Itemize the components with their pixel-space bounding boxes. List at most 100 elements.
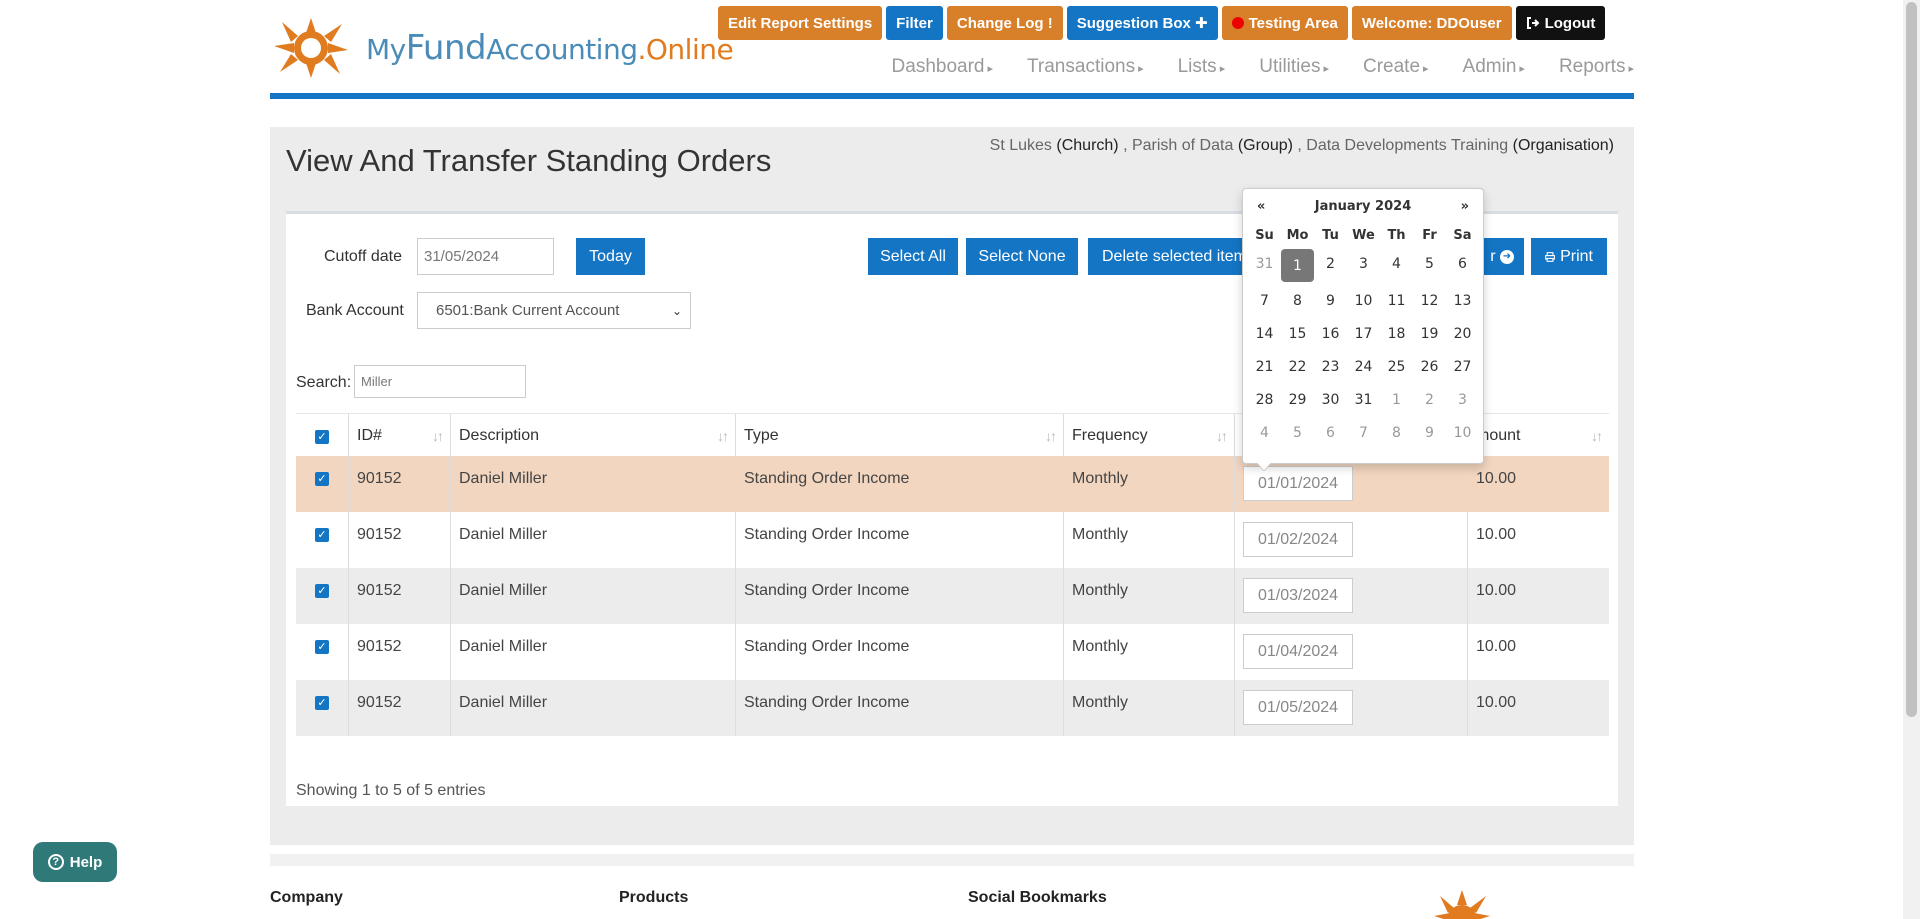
datepicker-day[interactable]: 4: [1248, 416, 1281, 449]
datepicker-day[interactable]: 7: [1248, 284, 1281, 317]
datepicker-day[interactable]: 5: [1413, 247, 1446, 280]
table-row[interactable]: ✓ 90152 Daniel Miller Standing Order Income…: [296, 456, 1609, 512]
select-none-button[interactable]: Select None: [966, 238, 1078, 275]
column-header-type[interactable]: Type ↓↑: [736, 414, 1064, 457]
print-button[interactable]: Print: [1531, 238, 1607, 275]
datepicker-day[interactable]: 25: [1380, 350, 1413, 383]
datepicker-day[interactable]: 9: [1413, 416, 1446, 449]
caret-right-icon: ▸: [1423, 63, 1429, 75]
datepicker-day[interactable]: 14: [1248, 317, 1281, 350]
datepicker-day[interactable]: 10: [1446, 416, 1479, 449]
datepicker-day[interactable]: 3: [1347, 247, 1380, 280]
datepicker-day[interactable]: 20: [1446, 317, 1479, 350]
datepicker-day[interactable]: 5: [1281, 416, 1314, 449]
select-all-checkbox[interactable]: ✓: [296, 414, 349, 457]
today-button[interactable]: Today: [576, 238, 645, 275]
row-date-input[interactable]: 01/04/2024: [1243, 634, 1353, 669]
datepicker-day[interactable]: 27: [1446, 350, 1479, 383]
datepicker-day[interactable]: 22: [1281, 350, 1314, 383]
row-date-input[interactable]: 01/01/2024: [1243, 466, 1353, 501]
datepicker-day[interactable]: 2: [1413, 383, 1446, 416]
datepicker-day[interactable]: 6: [1314, 416, 1347, 449]
nav-utilities[interactable]: Utilities ▸: [1259, 56, 1329, 78]
header-divider: [270, 93, 1634, 99]
datepicker-day[interactable]: 2: [1314, 247, 1347, 280]
nav-create[interactable]: Create ▸: [1363, 56, 1429, 78]
table-row[interactable]: ✓ 90152 Daniel Miller Standing Order Income…: [296, 568, 1609, 624]
logout-button[interactable]: Logout: [1515, 6, 1606, 40]
bank-account-select[interactable]: 6501:Bank Current Account ⌄: [417, 292, 691, 329]
row-date-input[interactable]: 01/05/2024: [1243, 690, 1353, 725]
column-header-description[interactable]: Description ↓↑: [451, 414, 736, 457]
column-header-frequency[interactable]: Frequency ↓↑: [1064, 414, 1235, 457]
datepicker-day[interactable]: 12: [1413, 284, 1446, 317]
datepicker-prev-button[interactable]: «: [1257, 199, 1265, 214]
datepicker-day-selected[interactable]: 1: [1281, 249, 1314, 282]
datepicker-day[interactable]: 9: [1314, 284, 1347, 317]
select-all-button[interactable]: Select All: [868, 238, 958, 275]
cutoff-date-input[interactable]: 31/05/2024: [417, 238, 554, 275]
cell-description: Daniel Miller: [451, 512, 736, 568]
datepicker-day[interactable]: 15: [1281, 317, 1314, 350]
datepicker-day[interactable]: 30: [1314, 383, 1347, 416]
datepicker-day[interactable]: 26: [1413, 350, 1446, 383]
datepicker-day[interactable]: 10: [1347, 284, 1380, 317]
row-checkbox[interactable]: ✓: [296, 568, 349, 624]
table-row[interactable]: ✓ 90152 Daniel Miller Standing Order Income…: [296, 624, 1609, 680]
datepicker-day[interactable]: 19: [1413, 317, 1446, 350]
cell-frequency: Monthly: [1064, 680, 1235, 736]
datepicker-day[interactable]: 13: [1446, 284, 1479, 317]
welcome-user-button[interactable]: Welcome: DDOuser: [1351, 6, 1512, 40]
cell-amount-text: 10.00: [1476, 526, 1517, 543]
nav-reports[interactable]: Reports ▸: [1559, 56, 1634, 78]
row-checkbox[interactable]: ✓: [296, 512, 349, 568]
nav-dashboard[interactable]: Dashboard ▸: [892, 56, 993, 78]
datepicker-day[interactable]: 21: [1248, 350, 1281, 383]
edit-report-settings-button[interactable]: Edit Report Settings: [718, 6, 883, 40]
datepicker-day[interactable]: 29: [1281, 383, 1314, 416]
datepicker-day[interactable]: 16: [1314, 317, 1347, 350]
nav-transactions[interactable]: Transactions ▸: [1027, 56, 1144, 78]
row-date-input[interactable]: 01/02/2024: [1243, 522, 1353, 557]
table-row[interactable]: ✓ 90152 Daniel Miller Standing Order Income…: [296, 680, 1609, 736]
search-input[interactable]: Miller: [354, 365, 526, 398]
row-checkbox[interactable]: ✓: [296, 624, 349, 680]
nav-lists[interactable]: Lists ▸: [1178, 56, 1226, 78]
app-logo[interactable]: MyFundAccounting.Online: [270, 16, 734, 80]
datepicker-month-title[interactable]: January 2024: [1315, 199, 1411, 214]
cell-date: 01/04/2024: [1235, 624, 1468, 680]
datepicker-day[interactable]: 7: [1347, 416, 1380, 449]
datepicker-day[interactable]: 4: [1380, 247, 1413, 280]
datepicker-day[interactable]: 6: [1446, 247, 1479, 280]
datepicker-day[interactable]: 11: [1380, 284, 1413, 317]
datepicker-day[interactable]: 3: [1446, 383, 1479, 416]
datepicker-day[interactable]: 1: [1380, 383, 1413, 416]
change-log-button[interactable]: Change Log !: [946, 6, 1063, 40]
nav-admin[interactable]: Admin ▸: [1463, 56, 1525, 78]
testing-area-button[interactable]: Testing Area: [1221, 6, 1348, 40]
datepicker-day[interactable]: 31: [1248, 247, 1281, 280]
filter-button[interactable]: Filter: [886, 6, 943, 40]
page-scrollbar[interactable]: [1903, 0, 1920, 919]
table-row[interactable]: ✓ 90152 Daniel Miller Standing Order Income…: [296, 512, 1609, 568]
suggestion-box-button[interactable]: Suggestion Box ✚: [1066, 6, 1218, 40]
cell-amount: 10.00: [1468, 568, 1609, 624]
datepicker-day[interactable]: 24: [1347, 350, 1380, 383]
datepicker-day[interactable]: 18: [1380, 317, 1413, 350]
row-date-input[interactable]: 01/03/2024: [1243, 578, 1353, 613]
datepicker-day[interactable]: 17: [1347, 317, 1380, 350]
sort-icon: ↓↑: [1591, 428, 1603, 444]
scrollbar-thumb[interactable]: [1906, 2, 1917, 717]
datepicker-day[interactable]: 31: [1347, 383, 1380, 416]
delete-selected-button[interactable]: Delete selected item: [1088, 238, 1248, 275]
row-checkbox[interactable]: ✓: [296, 680, 349, 736]
column-header-id[interactable]: ID# ↓↑: [349, 414, 451, 457]
datepicker-day[interactable]: 23: [1314, 350, 1347, 383]
datepicker-next-button[interactable]: »: [1461, 199, 1469, 214]
help-button[interactable]: ? Help: [33, 842, 117, 882]
datepicker-day[interactable]: 8: [1380, 416, 1413, 449]
column-header-amount[interactable]: mount ↓↑: [1468, 414, 1609, 457]
datepicker-day[interactable]: 28: [1248, 383, 1281, 416]
row-checkbox[interactable]: ✓: [296, 456, 349, 512]
datepicker-day[interactable]: 8: [1281, 284, 1314, 317]
